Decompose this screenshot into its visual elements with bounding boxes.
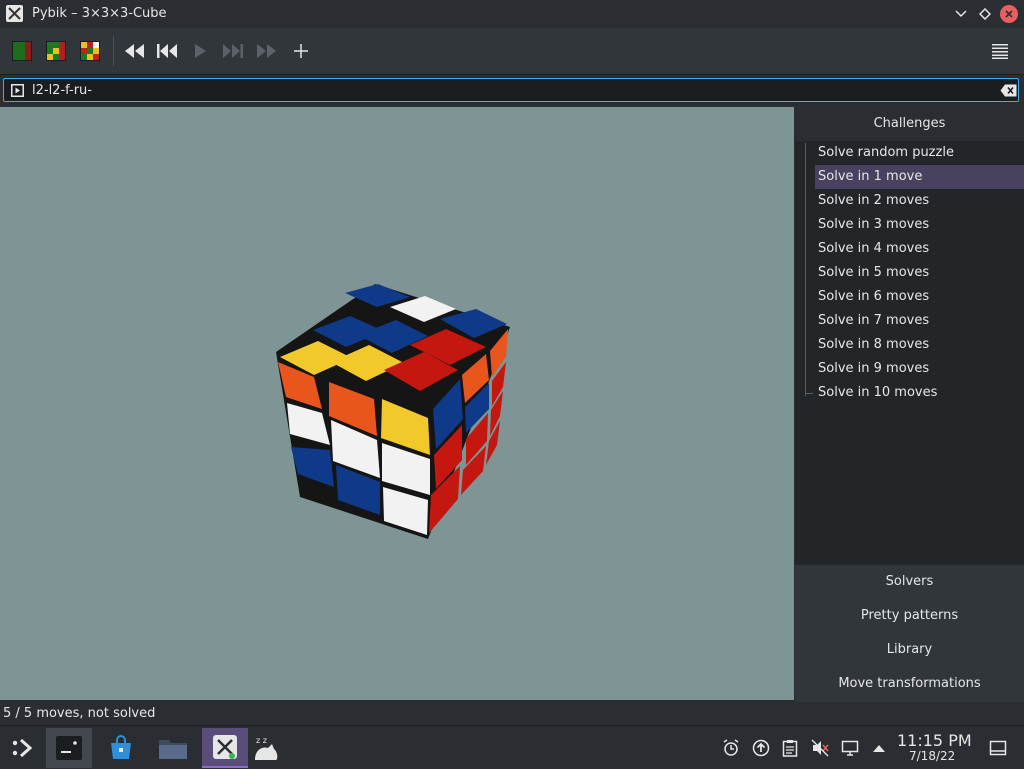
updates-icon[interactable] — [751, 738, 771, 758]
show-hidden-icons-arrow[interactable] — [869, 738, 889, 758]
challenge-item[interactable]: Solve in 7 moves — [815, 309, 1024, 333]
hamburger-menu-icon — [992, 44, 1008, 59]
move-transformations-tab[interactable]: Move transformations — [795, 667, 1024, 701]
clear-text-icon[interactable] — [1000, 84, 1017, 101]
task-manager-button[interactable] — [46, 728, 92, 768]
clock-time[interactable]: 11:15 PM — [897, 731, 972, 750]
solvers-tab[interactable]: Solvers — [795, 565, 1024, 599]
toolbar — [0, 28, 1024, 75]
skip-forward-icon — [223, 44, 243, 58]
library-tab[interactable]: Library — [795, 633, 1024, 667]
toolbar-separator — [113, 36, 114, 66]
rewind-icon — [125, 44, 144, 58]
rewind-button[interactable] — [121, 38, 147, 64]
challenge-item[interactable]: Solve in 5 moves — [815, 261, 1024, 285]
rubiks-cube[interactable] — [0, 107, 794, 700]
new-random-puzzle-button[interactable] — [43, 38, 69, 64]
scramble-puzzle-button[interactable] — [77, 38, 103, 64]
play-moves-icon[interactable] — [11, 84, 24, 101]
close-button[interactable] — [1000, 5, 1018, 23]
sleeping-cat-icon: z z — [255, 736, 278, 760]
status-text: 5 / 5 moves, not solved — [3, 706, 156, 721]
new-solved-puzzle-button[interactable] — [9, 38, 35, 64]
fast-forward-icon — [257, 44, 276, 58]
challenges-tab[interactable]: Challenges — [795, 107, 1024, 141]
pretty-patterns-tab[interactable]: Pretty patterns — [795, 599, 1024, 633]
store-bag-icon — [111, 735, 131, 759]
taskbar: z z 11:15 PM 7/18/22 — [0, 725, 1024, 769]
volume-muted-icon[interactable] — [810, 738, 830, 758]
challenge-item[interactable]: Solve in 4 moves — [815, 237, 1024, 261]
cube-viewport[interactable] — [0, 107, 794, 700]
workspace-icon — [56, 736, 82, 760]
play-button[interactable] — [187, 38, 213, 64]
minimize-button[interactable] — [952, 5, 970, 23]
challenge-item[interactable]: Solve in 10 moves — [815, 381, 1024, 405]
moves-input[interactable]: l2-l2-f-ru- — [3, 78, 1019, 102]
status-bar: 5 / 5 moves, not solved — [0, 701, 794, 725]
network-icon[interactable] — [840, 738, 860, 758]
challenge-item[interactable]: Solve in 2 moves — [815, 189, 1024, 213]
application-launcher[interactable] — [0, 728, 46, 768]
moves-text: l2-l2-f-ru- — [32, 83, 92, 98]
maximize-button[interactable] — [976, 5, 994, 23]
pybik-task[interactable] — [202, 728, 248, 768]
svg-text:z z: z z — [256, 736, 267, 745]
clipboard-icon[interactable] — [780, 738, 800, 758]
solved-cube-icon — [12, 41, 32, 61]
plus-icon — [294, 44, 308, 58]
window-title: Pybik – 3×3×3-Cube — [32, 6, 167, 21]
challenge-item[interactable]: Solve in 9 moves — [815, 357, 1024, 381]
challenge-item[interactable]: Solve in 6 moves — [815, 285, 1024, 309]
skip-back-icon — [157, 44, 177, 58]
discover-app[interactable] — [98, 728, 144, 768]
launcher-icon — [12, 738, 33, 758]
play-icon — [195, 44, 206, 58]
title-bar: Pybik – 3×3×3-Cube — [0, 0, 1024, 28]
add-mark-button[interactable] — [288, 38, 314, 64]
previous-move-button[interactable] — [154, 38, 180, 64]
alarm-icon[interactable] — [721, 738, 741, 758]
main-menu-button[interactable] — [987, 38, 1013, 64]
challenge-item-selected[interactable]: Solve in 1 move — [815, 165, 1024, 189]
tree-line — [805, 143, 806, 396]
folder-icon — [159, 740, 187, 759]
sleep-app[interactable]: z z — [248, 728, 284, 768]
moves-bar: l2-l2-f-ru- — [0, 76, 1024, 106]
cube-icon — [46, 41, 66, 61]
challenge-item[interactable]: Solve in 3 moves — [815, 213, 1024, 237]
tree-tick — [805, 393, 813, 394]
pybik-icon — [213, 735, 237, 759]
next-move-button[interactable] — [220, 38, 246, 64]
side-panel: Challenges Solve random puzzle Solve in … — [795, 107, 1024, 702]
forward-button[interactable] — [254, 38, 280, 64]
scrambled-cube-icon — [80, 41, 100, 61]
challenge-item[interactable]: Solve random puzzle — [815, 141, 1024, 165]
clock-date[interactable]: 7/18/22 — [909, 749, 955, 763]
challenge-list: Solve random puzzle Solve in 1 move Solv… — [795, 141, 1024, 565]
file-manager-app[interactable] — [150, 728, 196, 768]
show-desktop-icon[interactable] — [988, 738, 1008, 758]
app-icon[interactable] — [6, 5, 23, 22]
challenge-item[interactable]: Solve in 8 moves — [815, 333, 1024, 357]
